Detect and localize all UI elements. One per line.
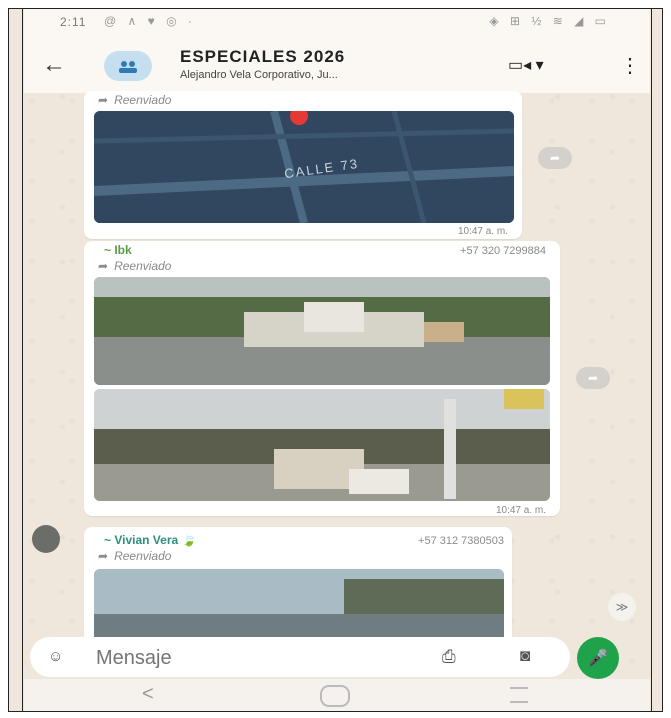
nav-recents-icon[interactable] [510, 687, 528, 703]
phone-screen: 2:11 @ ∧ ♥ ◎ · ◈ ⊞ ½ ≋ ◢ ▭ ← ESPECIALES … [24, 9, 650, 711]
forwarded-label: ➦ Reenviado [98, 549, 172, 563]
system-icons: ◈ ⊞ ½ ≋ ◢ ▭ [489, 14, 610, 28]
road-photo[interactable] [94, 569, 504, 643]
nav-back-icon[interactable]: < [142, 683, 154, 706]
camera-icon[interactable]: ◙ [520, 646, 530, 666]
forward-icon: ➦ [98, 259, 109, 273]
group-avatar[interactable] [104, 51, 152, 81]
chat-header: ← ESPECIALES 2026 Alejandro Vela Corpora… [24, 35, 650, 93]
frame-divider [651, 8, 652, 712]
sticker-icon[interactable]: ☺ [48, 648, 63, 665]
sender-avatar[interactable] [32, 525, 60, 553]
notification-icons: @ ∧ ♥ ◎ · [104, 14, 196, 28]
frame-divider [22, 8, 23, 712]
message-time: 10:47 a. m. [495, 505, 546, 516]
nav-home-icon[interactable] [320, 685, 350, 707]
road-photo-graphic [94, 569, 504, 643]
leaf-emoji: 🍃 [181, 533, 197, 547]
street-photo[interactable] [94, 277, 550, 385]
forwarded-label: ➦ Reenviado [98, 259, 172, 273]
street-photo[interactable] [94, 389, 550, 501]
message-input[interactable] [94, 643, 398, 673]
forwarded-label: ➦ Reenviado [98, 93, 172, 107]
forward-icon: ➦ [98, 549, 109, 563]
street-photo-graphic [94, 389, 550, 501]
sender-phone: +57 312 7380503 [418, 535, 504, 547]
message-bubble[interactable]: ~ Vivian Vera 🍃 +57 312 7380503 ➦ Reenvia… [84, 527, 512, 643]
sender-phone: +57 320 7299884 [460, 245, 546, 257]
sender-name[interactable]: ~ Ibk [104, 243, 132, 257]
back-arrow-icon[interactable]: ← [42, 51, 66, 79]
system-navigation-bar: < [24, 679, 650, 711]
sender-name[interactable]: ~ Vivian Vera 🍃 [104, 533, 196, 547]
status-time: 2:11 [60, 15, 87, 29]
mic-icon[interactable]: 🎤 [577, 637, 619, 679]
chat-subtitle[interactable]: Alejandro Vela Corporativo, Ju... [180, 69, 338, 81]
message-bubble[interactable]: ~ Ibk +57 320 7299884 ➦ Reenviado 10:47 … [84, 241, 560, 516]
message-bubble[interactable]: ➦ Reenviado CALLE 73 10:47 a. m. [84, 91, 522, 239]
message-composer: ☺ ⎙ ◙ [30, 637, 570, 677]
group-icon [119, 61, 137, 73]
attach-icon[interactable]: ⎙ [442, 647, 456, 667]
message-time: 10:47 a. m. [457, 226, 508, 237]
forward-button[interactable]: ➦ [576, 367, 610, 389]
scroll-down-icon[interactable]: ≫ [608, 593, 636, 621]
street-photo-graphic [94, 277, 550, 385]
chat-title[interactable]: ESPECIALES 2026 [180, 47, 345, 67]
status-bar: 2:11 @ ∧ ♥ ◎ · ◈ ⊞ ½ ≋ ◢ ▭ [24, 9, 650, 35]
forward-icon: ➦ [98, 93, 109, 107]
forward-button[interactable]: ➦ [538, 147, 572, 169]
map-image[interactable]: CALLE 73 [94, 111, 514, 223]
video-call-icon[interactable]: ▭◂ ▾ [508, 55, 544, 75]
more-vert-icon[interactable]: ⋮ [620, 53, 640, 78]
